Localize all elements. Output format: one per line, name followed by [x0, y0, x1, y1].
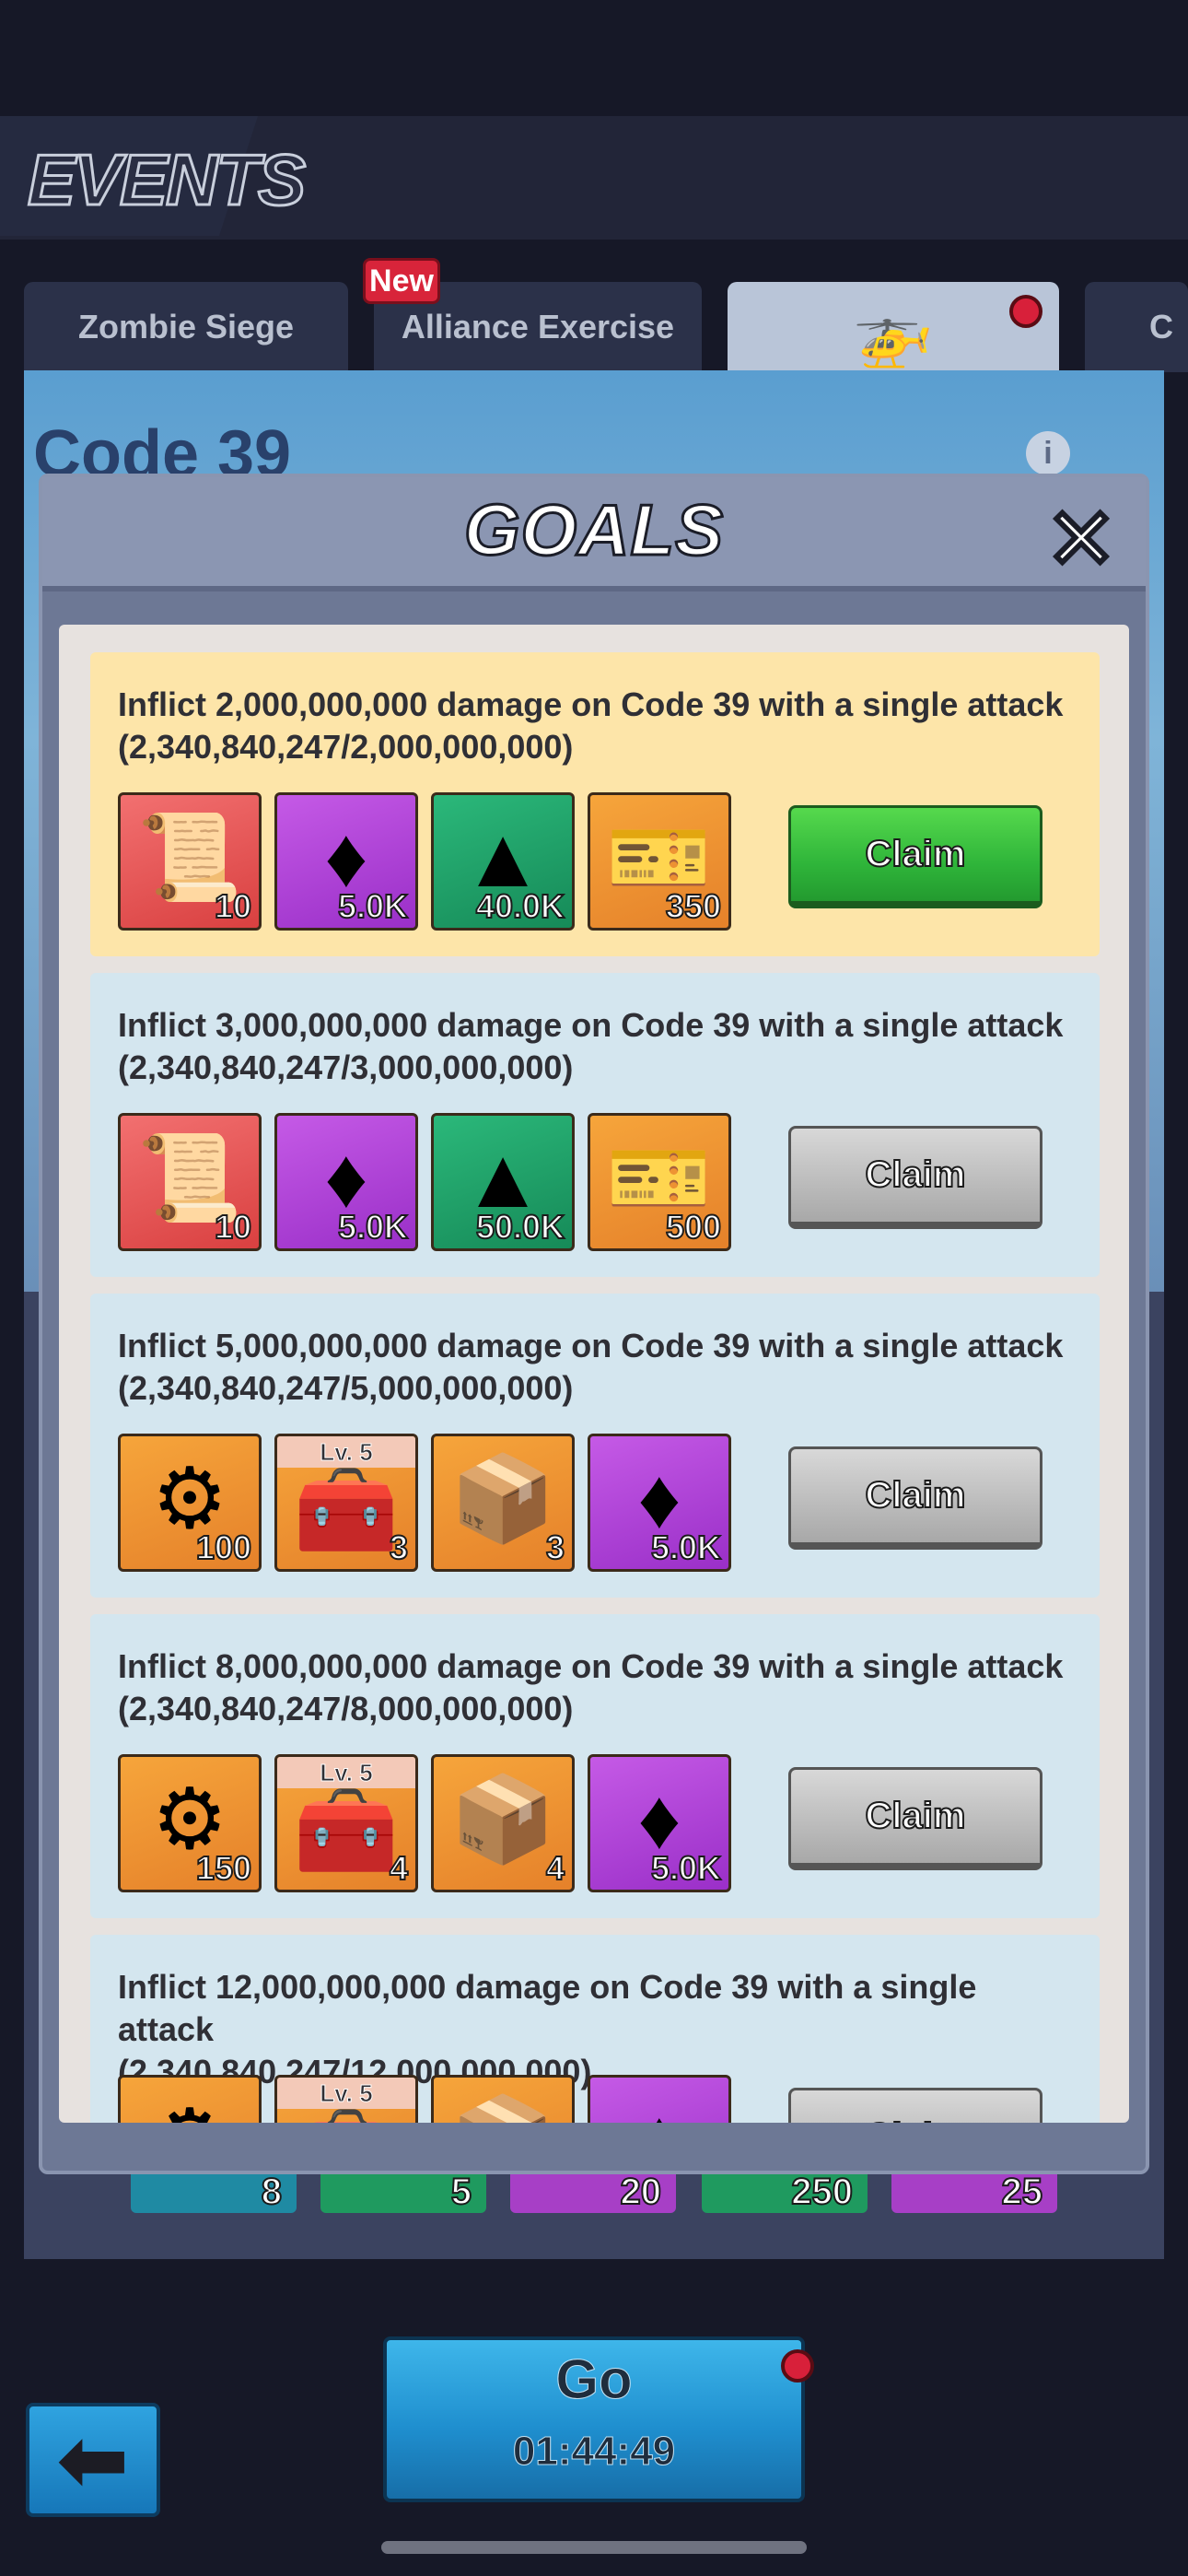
- goal-text: Inflict 5,000,000,000 damage on Code 39 …: [118, 1327, 1064, 1364]
- helicopter-icon: 🚁: [853, 297, 934, 369]
- ruby-icon: ♦: [590, 2085, 728, 2123]
- modal-title: GOALS: [462, 488, 725, 572]
- reward-item[interactable]: ⚙ 150: [118, 1754, 262, 1892]
- reward-qty: 100: [195, 1528, 252, 1567]
- close-icon[interactable]: ✕: [1044, 497, 1118, 584]
- reward-item[interactable]: 📦 3: [431, 1434, 575, 1572]
- goal-card: Inflict 8,000,000,000 damage on Code 39 …: [90, 1614, 1100, 1918]
- stat-4: 250: [702, 2171, 868, 2213]
- goal-card: Inflict 2,000,000,000 damage on Code 39 …: [90, 652, 1100, 956]
- claim-button[interactable]: Claim: [788, 1767, 1042, 1870]
- notification-dot: [1009, 295, 1042, 328]
- reward-item[interactable]: ♦: [588, 2075, 731, 2123]
- reward-item[interactable]: ⚙ 100: [118, 1434, 262, 1572]
- new-badge: New: [363, 258, 440, 304]
- goal-text: Inflict 8,000,000,000 damage on Code 39 …: [118, 1647, 1064, 1685]
- reward-qty: 5.0K: [650, 1848, 722, 1888]
- reward-item[interactable]: ▲ 50.0K: [431, 1113, 575, 1251]
- reward-item[interactable]: ♦ 5.0K: [588, 1754, 731, 1892]
- goal-progress: (2,340,840,247/5,000,000,000): [118, 1369, 574, 1407]
- reward-item[interactable]: 🎫 350: [588, 792, 731, 931]
- goal-text: Inflict 2,000,000,000 damage on Code 39 …: [118, 685, 1064, 723]
- claim-button[interactable]: Claim: [788, 2088, 1042, 2123]
- goals-list[interactable]: Inflict 2,000,000,000 damage on Code 39 …: [59, 625, 1129, 2123]
- reward-qty: 3: [545, 1528, 565, 1567]
- tab-next[interactable]: C: [1085, 282, 1188, 372]
- reward-item[interactable]: ▲ 40.0K: [431, 792, 575, 931]
- reward-item[interactable]: ♦ 5.0K: [274, 1113, 418, 1251]
- claim-button[interactable]: Claim: [788, 1446, 1042, 1550]
- reward-qty: 350: [665, 886, 722, 926]
- claim-button[interactable]: Claim: [788, 805, 1042, 908]
- stat-5: 25: [891, 2171, 1057, 2213]
- goal-progress: (2,340,840,247/3,000,000,000): [118, 1048, 574, 1086]
- reward-item[interactable]: ♦ 5.0K: [274, 792, 418, 931]
- reward-qty: 500: [665, 1207, 722, 1247]
- reward-item[interactable]: 📦: [431, 2075, 575, 2123]
- reward-qty: 150: [195, 1848, 252, 1888]
- reward-qty: 3: [389, 1528, 409, 1567]
- reward-qty: 4: [545, 1848, 565, 1888]
- gold-chest-icon: 📦: [434, 2085, 572, 2123]
- goal-description: Inflict 3,000,000,000 damage on Code 39 …: [118, 1004, 1076, 1089]
- reward-item[interactable]: 📦 4: [431, 1754, 575, 1892]
- goal-text: Inflict 3,000,000,000 damage on Code 39 …: [118, 1006, 1064, 1044]
- tab-zombie-siege[interactable]: Zombie Siege: [24, 282, 348, 372]
- stat-1: 8: [131, 2171, 297, 2213]
- reward-qty: 5.0K: [650, 1528, 722, 1567]
- goal-progress: (2,340,840,247/2,000,000,000): [118, 728, 574, 766]
- reward-item[interactable]: ⚙: [118, 2075, 262, 2123]
- reward-qty: 10: [214, 1207, 252, 1247]
- reward-item[interactable]: ♦ 5.0K: [588, 1434, 731, 1572]
- reward-qty: 40.0K: [475, 886, 565, 926]
- back-button[interactable]: ⬅: [26, 2403, 160, 2517]
- notification-dot: [781, 2349, 814, 2383]
- goal-card: Inflict 12,000,000,000 damage on Code 39…: [90, 1935, 1100, 2123]
- home-indicator[interactable]: [381, 2541, 807, 2554]
- go-label: Go: [555, 2348, 633, 2411]
- reward-item[interactable]: Lv. 5 🧰: [274, 2075, 418, 2123]
- reward-qty: 5.0K: [337, 1207, 409, 1247]
- goal-text: Inflict 12,000,000,000 damage on Code 39…: [118, 1968, 977, 2048]
- goal-description: Inflict 8,000,000,000 damage on Code 39 …: [118, 1645, 1076, 1730]
- reward-item[interactable]: Lv. 5 🧰 3: [274, 1434, 418, 1572]
- reward-qty: 5.0K: [337, 886, 409, 926]
- claim-button[interactable]: Claim: [788, 1126, 1042, 1229]
- reward-item[interactable]: 📜 10: [118, 792, 262, 931]
- info-icon[interactable]: i: [1026, 431, 1070, 475]
- reward-item[interactable]: 🎫 500: [588, 1113, 731, 1251]
- reward-qty: 50.0K: [475, 1207, 565, 1247]
- countdown-timer: 01:44:49: [512, 2429, 676, 2475]
- goal-description: Inflict 2,000,000,000 damage on Code 39 …: [118, 684, 1076, 768]
- goal-progress: (2,340,840,247/8,000,000,000): [118, 1690, 574, 1727]
- goal-card: Inflict 3,000,000,000 damage on Code 39 …: [90, 973, 1100, 1277]
- stat-3: 20: [510, 2171, 676, 2213]
- reward-qty: 10: [214, 886, 252, 926]
- reward-qty: 4: [389, 1848, 409, 1888]
- gear-icon: ⚙: [121, 2085, 259, 2123]
- goal-card: Inflict 5,000,000,000 damage on Code 39 …: [90, 1294, 1100, 1598]
- stat-2: 5: [320, 2171, 486, 2213]
- chest-icon: 🧰: [277, 2096, 415, 2123]
- back-arrow-icon: ⬅: [58, 2414, 128, 2507]
- goal-description: Inflict 5,000,000,000 damage on Code 39 …: [118, 1325, 1076, 1410]
- reward-item[interactable]: 📜 10: [118, 1113, 262, 1251]
- page-title: EVENTS: [26, 138, 307, 222]
- reward-item[interactable]: Lv. 5 🧰 4: [274, 1754, 418, 1892]
